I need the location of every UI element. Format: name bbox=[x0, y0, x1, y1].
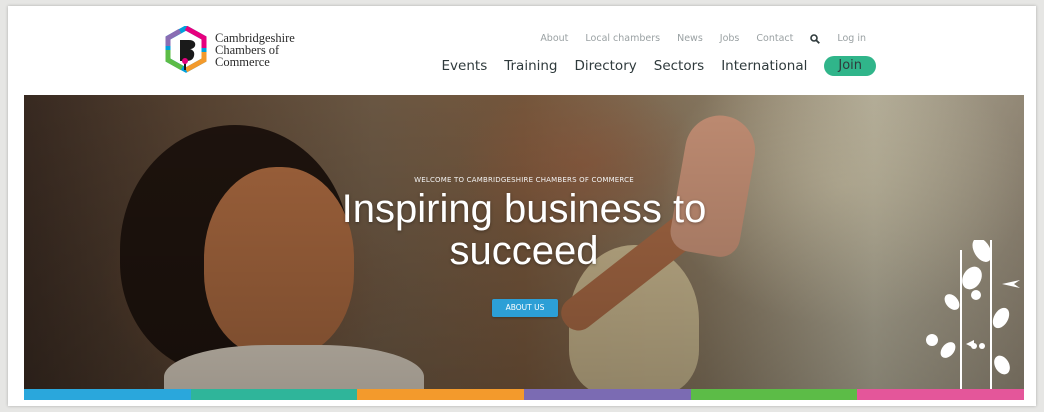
utility-link-news[interactable]: News bbox=[677, 33, 703, 44]
utility-link-contact[interactable]: Contact bbox=[756, 33, 793, 44]
site-logo[interactable]: Cambridgeshire Chambers of Commerce bbox=[164, 26, 295, 74]
logo-text: Cambridgeshire Chambers of Commerce bbox=[215, 32, 295, 69]
page: Cambridgeshire Chambers of Commerce Abou… bbox=[8, 6, 1036, 406]
hero-banner: WELCOME TO CAMBRIDGESHIRE CHAMBERS OF CO… bbox=[24, 95, 1024, 389]
logo-mark-icon bbox=[165, 26, 207, 73]
utility-link-jobs[interactable]: Jobs bbox=[720, 33, 740, 44]
utility-link-log-in[interactable]: Log in bbox=[837, 33, 866, 44]
strip-segment-teal bbox=[190, 389, 358, 400]
main-nav: Events Training Directory Sectors Intern… bbox=[442, 56, 876, 76]
hero-headline-line-2: succeed bbox=[449, 229, 599, 273]
nav-item-events[interactable]: Events bbox=[442, 58, 488, 74]
strip-segment-purple bbox=[524, 389, 691, 400]
strip-segment-pink bbox=[857, 389, 1025, 400]
nav-item-sectors[interactable]: Sectors bbox=[654, 58, 704, 74]
nav-item-directory[interactable]: Directory bbox=[575, 58, 637, 74]
color-strip bbox=[24, 389, 1025, 400]
logo-line-3: Commerce bbox=[215, 55, 270, 69]
utility-nav: About Local chambers News Jobs Contact L… bbox=[540, 33, 866, 44]
search-icon[interactable] bbox=[810, 33, 821, 44]
utility-link-about[interactable]: About bbox=[540, 33, 568, 44]
vine-graphic-icon bbox=[926, 240, 1020, 389]
hero-content: WELCOME TO CAMBRIDGESHIRE CHAMBERS OF CO… bbox=[24, 95, 1024, 389]
hero-kicker: WELCOME TO CAMBRIDGESHIRE CHAMBERS OF CO… bbox=[414, 176, 634, 184]
strip-segment-orange bbox=[357, 389, 525, 400]
strip-segment-green bbox=[690, 389, 858, 400]
about-us-button[interactable]: ABOUT US bbox=[492, 299, 558, 317]
nav-item-international[interactable]: International bbox=[721, 58, 807, 74]
hero-headline: Inspiring business to succeed bbox=[24, 188, 1024, 272]
hero-headline-line-1: Inspiring business to bbox=[341, 187, 707, 231]
join-button[interactable]: Join bbox=[824, 56, 876, 76]
nav-item-training[interactable]: Training bbox=[504, 58, 557, 74]
utility-link-local-chambers[interactable]: Local chambers bbox=[585, 33, 660, 44]
strip-segment-blue bbox=[24, 389, 191, 400]
